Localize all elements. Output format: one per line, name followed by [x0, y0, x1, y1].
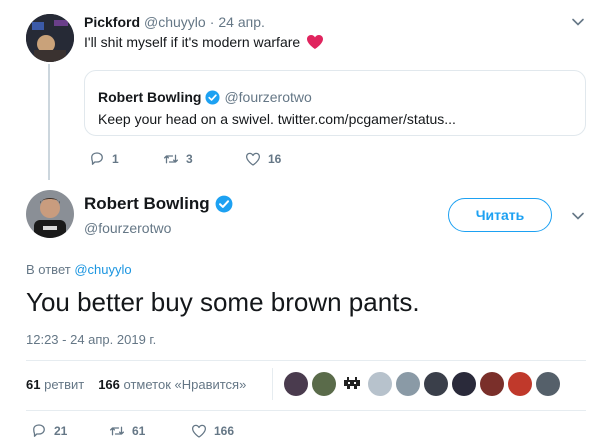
liker-avatar[interactable] [368, 372, 392, 396]
avatar-photo-icon [26, 190, 74, 238]
quoted-tweet-card[interactable]: Robert Bowling @fourzerotwo Keep your he… [84, 70, 586, 136]
retweet-icon [163, 154, 179, 164]
quoted-author-name: Robert Bowling [98, 89, 202, 105]
retweet-button[interactable]: 61 [108, 422, 145, 440]
reply-button[interactable]: 1 [88, 150, 119, 168]
reply-button[interactable]: 21 [30, 422, 67, 440]
like-stat-count: 166 [98, 377, 120, 392]
liker-avatar[interactable] [452, 372, 476, 396]
like-button[interactable]: 166 [190, 422, 234, 440]
retweet-stat-label: ретвит [44, 377, 85, 392]
separator: · [209, 14, 215, 30]
avatar-photo-icon [26, 14, 74, 62]
divider [26, 360, 586, 361]
author-name[interactable]: Pickford [84, 14, 140, 30]
tweet-timestamp[interactable]: 12:23 - 24 апр. 2019 г. [26, 332, 156, 347]
liker-avatar[interactable] [480, 372, 504, 396]
more-options-button[interactable] [570, 208, 586, 229]
reply-count: 21 [54, 424, 68, 438]
liker-avatar[interactable] [284, 372, 308, 396]
main-tweet-text: You better buy some brown pants. [26, 287, 420, 317]
heart-outline-icon [245, 152, 261, 166]
retweet-stat-count: 61 [26, 377, 41, 392]
tweet-text: I'll shit myself if it's modern warfare [84, 34, 301, 50]
likers-facepile[interactable] [284, 372, 560, 396]
reply-icon [33, 424, 45, 437]
liker-avatar[interactable] [340, 372, 364, 396]
verified-badge-icon [215, 195, 233, 213]
main-author-handle[interactable]: @fourzerotwo [84, 220, 171, 236]
tweet-date[interactable]: 24 апр. [218, 14, 265, 30]
main-author-avatar[interactable] [26, 190, 74, 238]
quoted-tweet-text: Keep your head on a swivel. twitter.com/… [98, 111, 456, 127]
avatar[interactable] [26, 14, 74, 62]
chevron-down-icon [572, 18, 584, 26]
verified-badge-icon [205, 89, 220, 105]
like-count: 16 [268, 152, 282, 166]
liker-avatar[interactable] [312, 372, 336, 396]
retweet-count: 61 [132, 424, 146, 438]
like-stat[interactable]: 166 отметок «Нравится» [98, 377, 246, 392]
reply-prefix: В ответ [26, 262, 71, 277]
like-stat-label: отметок «Нравится» [123, 377, 247, 392]
liker-avatar[interactable] [536, 372, 560, 396]
like-count: 166 [214, 424, 235, 438]
space-invader-icon [344, 377, 360, 389]
divider [26, 410, 586, 411]
retweet-icon [109, 426, 125, 436]
liker-avatar[interactable] [508, 372, 532, 396]
reply-count: 1 [112, 152, 119, 166]
retweet-stat[interactable]: 61 ретвит [26, 377, 84, 392]
quoted-author-handle: @fourzerotwo [224, 89, 312, 105]
like-button[interactable]: 16 [244, 150, 281, 168]
chevron-down-icon [572, 212, 584, 220]
thread-connector-line [48, 64, 50, 180]
stats-divider [272, 368, 273, 400]
heart-outline-icon [191, 424, 207, 438]
reply-to-link[interactable]: @chuyylo [74, 262, 131, 277]
liker-avatar[interactable] [396, 372, 420, 396]
reply-icon [91, 152, 103, 165]
follow-button[interactable]: Читать [448, 198, 552, 232]
heart-emoji-icon [307, 35, 324, 49]
retweet-button[interactable]: 3 [162, 150, 193, 168]
main-author-name[interactable]: Robert Bowling [84, 194, 210, 214]
author-handle[interactable]: @chuyylo [144, 14, 206, 30]
retweet-count: 3 [186, 152, 193, 166]
liker-avatar[interactable] [424, 372, 448, 396]
more-options-button[interactable] [570, 14, 586, 35]
